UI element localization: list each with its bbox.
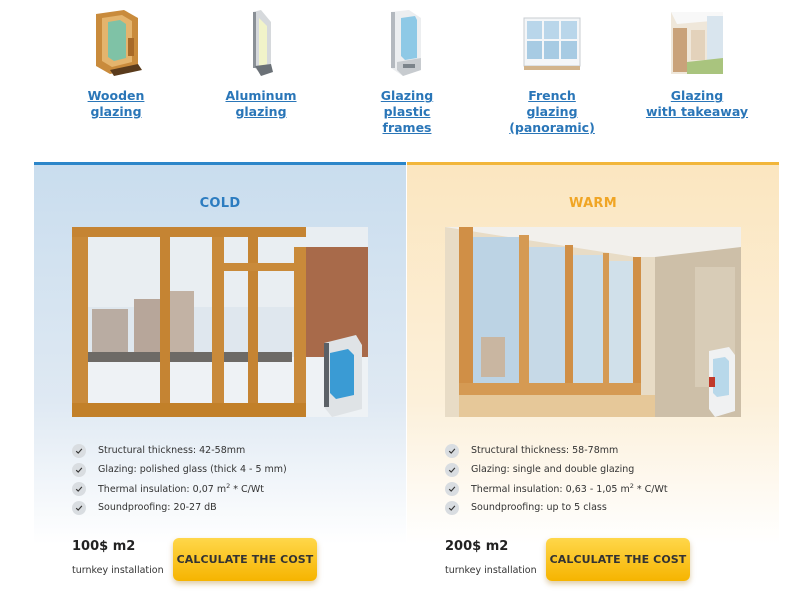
aluminum-frame-icon[interactable] bbox=[231, 8, 291, 78]
price-note: turnkey installation bbox=[445, 565, 537, 576]
glazing-categories: Wooden glazing Aluminum glazing Glazing … bbox=[0, 0, 800, 150]
category-french[interactable]: French glazing (panoramic) bbox=[497, 8, 607, 136]
checkmark-icon bbox=[445, 481, 459, 496]
calculate-cost-button[interactable]: CALCULATE THE COST bbox=[173, 538, 317, 581]
feature-item: Glazing: polished glass (thick 4 - 5 mm) bbox=[72, 460, 392, 479]
category-takeaway[interactable]: Glazing with takeaway bbox=[642, 8, 752, 120]
feature-item: Structural thickness: 42-58mm bbox=[72, 441, 392, 460]
checkmark-icon bbox=[72, 500, 86, 515]
feature-text: Structural thickness: 42-58mm bbox=[98, 445, 246, 456]
feature-text: Thermal insulation: 0,07 m2 * C/Wt bbox=[98, 482, 264, 495]
feature-text: Thermal insulation: 0,63 - 1,05 m2 * C/W… bbox=[471, 482, 668, 495]
feature-item: Soundproofing: 20-27 dB bbox=[72, 498, 392, 517]
price: 100$ m2 bbox=[72, 539, 136, 554]
category-label[interactable]: Glazing with takeaway bbox=[642, 88, 752, 120]
checkmark-icon bbox=[72, 443, 86, 458]
feature-text-main: Thermal insulation: 0,07 m bbox=[98, 484, 227, 496]
feature-item: Thermal insulation: 0,07 m2 * C/Wt bbox=[72, 479, 392, 498]
feature-text: Soundproofing: up to 5 class bbox=[471, 502, 607, 513]
cold-feature-list: Structural thickness: 42-58mm Glazing: p… bbox=[72, 441, 392, 517]
category-label[interactable]: Wooden glazing bbox=[61, 88, 171, 120]
feature-item: Glazing: single and double glazing bbox=[445, 460, 765, 479]
checkmark-icon bbox=[72, 462, 86, 477]
category-plastic[interactable]: Glazing plastic frames bbox=[352, 8, 462, 136]
panel-title: WARM bbox=[569, 196, 617, 211]
feature-item: Thermal insulation: 0,63 - 1,05 m2 * C/W… bbox=[445, 479, 765, 498]
balcony-takeaway-icon[interactable] bbox=[667, 8, 727, 78]
warm-balcony-photo bbox=[445, 227, 741, 417]
checkmark-icon bbox=[445, 443, 459, 458]
panel-title: COLD bbox=[199, 196, 241, 211]
category-label[interactable]: French glazing (panoramic) bbox=[497, 88, 607, 136]
category-label[interactable]: Glazing plastic frames bbox=[352, 88, 462, 136]
feature-item: Structural thickness: 58-78mm bbox=[445, 441, 765, 460]
price-note: turnkey installation bbox=[72, 565, 164, 576]
warm-glazing-panel: WARM Structural thickness: 58-78mm Glazi… bbox=[407, 162, 779, 596]
feature-item: Soundproofing: up to 5 class bbox=[445, 498, 765, 517]
warm-feature-list: Structural thickness: 58-78mm Glazing: s… bbox=[445, 441, 765, 517]
category-label[interactable]: Aluminum glazing bbox=[206, 88, 316, 120]
wooden-frame-icon[interactable] bbox=[86, 8, 146, 78]
checkmark-icon bbox=[445, 500, 459, 515]
feature-text: Soundproofing: 20-27 dB bbox=[98, 502, 217, 513]
cold-glazing-panel: COLD Structural thickness: 42-58mm Glazi… bbox=[34, 162, 406, 596]
plastic-frame-icon[interactable] bbox=[377, 8, 437, 78]
feature-text-tail: * C/Wt bbox=[230, 484, 264, 496]
feature-text: Glazing: polished glass (thick 4 - 5 mm) bbox=[98, 464, 287, 475]
checkmark-icon bbox=[72, 481, 86, 496]
checkmark-icon bbox=[445, 462, 459, 477]
feature-text: Glazing: single and double glazing bbox=[471, 464, 635, 475]
category-aluminum[interactable]: Aluminum glazing bbox=[206, 8, 316, 120]
french-window-icon[interactable] bbox=[522, 8, 582, 78]
price: 200$ m2 bbox=[445, 539, 509, 554]
feature-text: Structural thickness: 58-78mm bbox=[471, 445, 619, 456]
feature-text-main: Thermal insulation: 0,63 - 1,05 m bbox=[471, 484, 630, 496]
calculate-cost-button[interactable]: CALCULATE THE COST bbox=[546, 538, 690, 581]
cold-balcony-photo bbox=[72, 227, 368, 417]
category-wooden[interactable]: Wooden glazing bbox=[61, 8, 171, 120]
feature-text-tail: * C/Wt bbox=[633, 484, 668, 496]
